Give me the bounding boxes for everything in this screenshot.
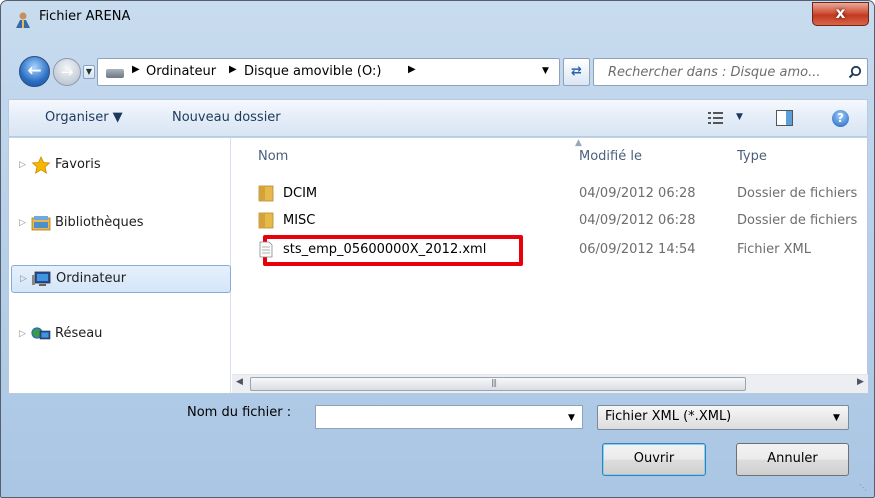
- back-button[interactable]: ←: [19, 56, 50, 87]
- file-name: DCIM: [283, 186, 318, 201]
- file-type: Dossier de fichiers: [737, 213, 858, 228]
- scroll-left-icon[interactable]: ◀: [236, 377, 243, 387]
- horizontal-scrollbar[interactable]: ◀ ||| ▶: [232, 374, 868, 393]
- breadcrumb-computer[interactable]: Ordinateur: [146, 64, 216, 79]
- command-bar: Organiser ▼ Nouveau dossier ▼ ?: [8, 99, 868, 137]
- drive-icon: [106, 69, 124, 78]
- file-type: Dossier de fichiers: [737, 186, 858, 201]
- expand-icon[interactable]: ▷: [19, 329, 26, 339]
- folder-icon: [258, 212, 274, 229]
- filename-dropdown-icon[interactable]: ▼: [568, 413, 575, 423]
- navigation-pane: ▷ Favoris ▷ Bibliothèques ▷ Ordinateur ▷…: [9, 138, 231, 393]
- file-type: Fichier XML: [737, 242, 811, 257]
- file-modified: 04/09/2012 06:28: [579, 213, 696, 228]
- sidebar-item-libraries[interactable]: ▷ Bibliothèques: [11, 210, 231, 238]
- sidebar-item-label: Bibliothèques: [55, 215, 144, 230]
- search-input[interactable]: Rechercher dans : Disque amo...: [608, 65, 821, 80]
- scroll-right-icon[interactable]: ▶: [857, 377, 864, 387]
- refresh-icon: ⇄: [571, 64, 582, 79]
- window-title: Fichier ARENA: [39, 9, 131, 24]
- column-header-type[interactable]: Type: [737, 149, 767, 164]
- file-type-value: Fichier XML (*.XML): [605, 409, 732, 424]
- grip-icon: |||: [491, 378, 497, 387]
- sort-ascending-icon: ▲: [575, 138, 582, 148]
- chevron-down-icon: ▼: [85, 67, 93, 76]
- chevron-down-icon[interactable]: ▼: [833, 413, 840, 423]
- libraries-icon: [31, 216, 51, 231]
- app-icon: [16, 12, 30, 28]
- refresh-button[interactable]: ⇄: [563, 58, 590, 86]
- view-dropdown-icon[interactable]: ▼: [736, 112, 743, 122]
- breadcrumb-chevron-icon[interactable]: ▶: [229, 64, 237, 75]
- filename-label: Nom du fichier :: [187, 405, 292, 420]
- help-icon[interactable]: ?: [832, 110, 849, 127]
- search-icon[interactable]: [848, 65, 862, 79]
- main-area: ▷ Favoris ▷ Bibliothèques ▷ Ordinateur ▷…: [8, 138, 868, 394]
- file-row[interactable]: DCIM 04/09/2012 06:28 Dossier de fichier…: [252, 183, 868, 205]
- expand-icon[interactable]: ▷: [19, 218, 26, 228]
- sidebar-item-network[interactable]: ▷ Réseau: [11, 321, 231, 349]
- recent-pages-dropdown[interactable]: ▼: [83, 65, 95, 79]
- column-header-name[interactable]: Nom: [258, 149, 288, 164]
- folder-icon: [258, 185, 274, 202]
- cancel-button[interactable]: Annuler: [736, 443, 849, 476]
- file-row[interactable]: MISC 04/09/2012 06:28 Dossier de fichier…: [252, 210, 868, 232]
- column-header-modified[interactable]: Modifié le: [579, 149, 642, 164]
- breadcrumb-chevron-icon[interactable]: ▶: [408, 64, 416, 75]
- resize-grip-icon[interactable]: ⋱: [859, 483, 867, 492]
- file-type-select[interactable]: Fichier XML (*.XML) ▼: [597, 405, 849, 430]
- file-name: sts_emp_05600000X_2012.xml: [283, 242, 487, 257]
- file-row[interactable]: sts_emp_05600000X_2012.xml 06/09/2012 14…: [252, 235, 868, 266]
- view-options-icon[interactable]: [708, 111, 724, 125]
- scrollbar-thumb[interactable]: |||: [250, 377, 746, 391]
- expand-icon[interactable]: ▷: [20, 274, 27, 284]
- breadcrumb-chevron-icon[interactable]: ▶: [132, 64, 140, 75]
- file-list: ▲ Nom Modifié le Type DCIM 04/09/2012 06…: [232, 138, 868, 393]
- network-icon: [31, 327, 51, 340]
- file-name: MISC: [283, 213, 316, 228]
- sidebar-item-computer[interactable]: ▷ Ordinateur: [11, 265, 231, 293]
- sidebar-item-label: Favoris: [55, 157, 101, 172]
- expand-icon[interactable]: ▷: [19, 160, 26, 170]
- file-modified: 06/09/2012 14:54: [579, 242, 696, 257]
- breadcrumb-removable-disk[interactable]: Disque amovible (O:): [244, 64, 381, 79]
- forward-button[interactable]: →: [53, 58, 81, 86]
- star-icon: [31, 156, 51, 174]
- file-open-dialog: Fichier ARENA x ← → ▼ ▶ Ordinateur ▶ Dis…: [0, 0, 875, 498]
- sidebar-item-favorites[interactable]: ▷ Favoris: [11, 152, 231, 180]
- address-bar[interactable]: ▶ Ordinateur ▶ Disque amovible (O:) ▶ ▼: [97, 58, 560, 86]
- search-box[interactable]: Rechercher dans : Disque amo...: [593, 58, 868, 86]
- close-button[interactable]: x: [812, 2, 869, 26]
- address-dropdown-icon[interactable]: ▼: [542, 66, 549, 76]
- sidebar-item-label: Réseau: [55, 326, 103, 341]
- computer-icon: [32, 271, 51, 286]
- filename-input[interactable]: ▼: [315, 405, 583, 429]
- preview-pane-icon[interactable]: [776, 110, 793, 126]
- file-modified: 04/09/2012 06:28: [579, 186, 696, 201]
- forward-arrow-icon: →: [60, 63, 74, 81]
- new-folder-button[interactable]: Nouveau dossier: [172, 110, 281, 125]
- back-arrow-icon: ←: [27, 61, 42, 81]
- organize-menu[interactable]: Organiser ▼: [45, 110, 123, 125]
- xml-file-icon: [259, 241, 273, 258]
- sidebar-item-label: Ordinateur: [56, 271, 127, 286]
- title-bar[interactable]: Fichier ARENA x: [1, 1, 874, 35]
- open-button[interactable]: Ouvrir: [602, 443, 706, 476]
